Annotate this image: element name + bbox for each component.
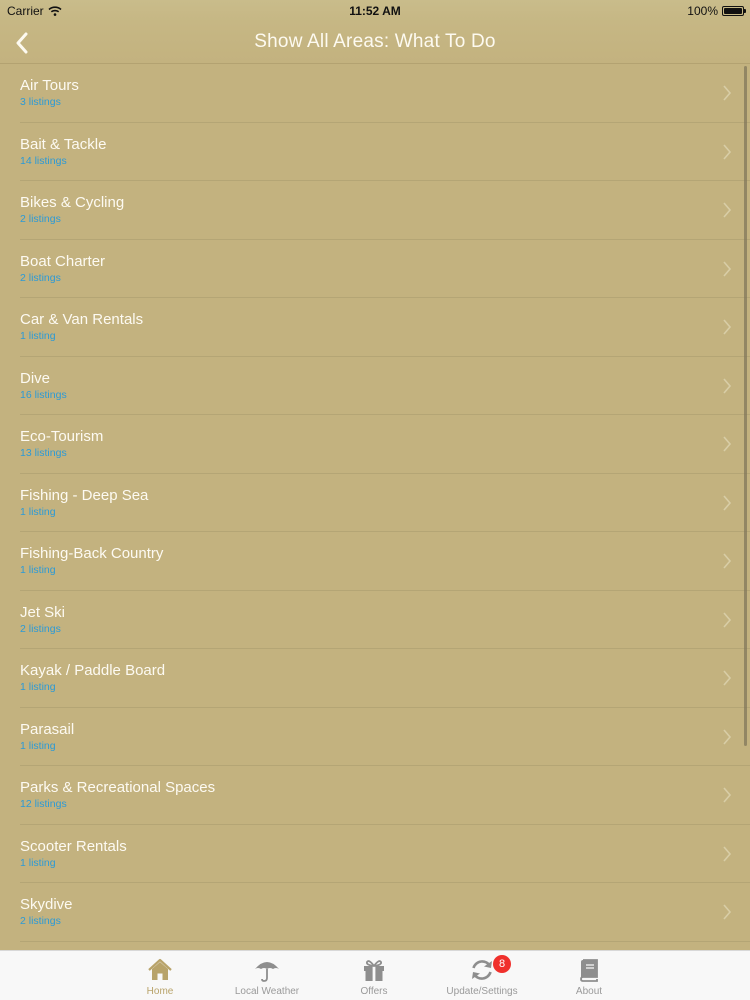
category-name: Eco-Tourism bbox=[20, 428, 104, 445]
listing-count: 1 listing bbox=[20, 505, 56, 518]
listing-count: 12 listings bbox=[20, 798, 67, 810]
tab-label: Home bbox=[146, 986, 174, 997]
list-item[interactable]: Fishing-Back Country 1 listing bbox=[0, 532, 750, 591]
chevron-right-icon bbox=[723, 611, 732, 628]
list-item[interactable]: Bait & Tackle 14 listings bbox=[0, 123, 750, 182]
category-name: Car & Van Rentals bbox=[20, 311, 144, 328]
category-name: Skydive bbox=[20, 896, 73, 913]
tab-about[interactable]: About bbox=[534, 951, 644, 1000]
refresh-icon bbox=[472, 960, 492, 980]
category-name: Scooter Rentals bbox=[20, 837, 127, 855]
listing-count: 2 listings bbox=[20, 622, 61, 635]
tab-local-weather[interactable]: Local Weather bbox=[212, 951, 322, 1000]
listing-count: 3 listings bbox=[20, 96, 61, 108]
list-item[interactable]: Parasail 1 listing bbox=[0, 708, 750, 767]
list-item[interactable]: Jet Ski 2 listings bbox=[0, 591, 750, 650]
scrollbar[interactable] bbox=[744, 66, 747, 746]
listing-count: 16 listings bbox=[20, 388, 67, 401]
category-list: Air Tours 3 listings Bait & Tackle 14 li… bbox=[0, 64, 750, 950]
chevron-right-icon bbox=[723, 553, 732, 569]
category-name: Boat Charter bbox=[20, 252, 106, 270]
list-item[interactable]: Dive 16 listings bbox=[0, 357, 750, 416]
chevron-right-icon bbox=[723, 319, 732, 335]
status-bar: Carrier 11:52 AM 100% bbox=[0, 0, 750, 22]
tab-label: Offers bbox=[360, 986, 388, 997]
umbrella-icon bbox=[255, 962, 279, 982]
list-item[interactable]: Bikes & Cycling 2 listings bbox=[0, 181, 750, 240]
tab-offers[interactable]: Offers bbox=[319, 951, 429, 1000]
tab-bar: Home Local Weather Offers 8 Update/Setti… bbox=[0, 950, 750, 1000]
category-name: Jet Ski bbox=[20, 603, 66, 621]
category-name: Fishing-Back Country bbox=[20, 545, 164, 562]
listing-count: 2 listings bbox=[20, 213, 61, 225]
chevron-right-icon bbox=[723, 494, 732, 511]
tab-label: Local Weather bbox=[234, 986, 300, 997]
home-icon bbox=[148, 958, 172, 980]
chevron-right-icon bbox=[723, 202, 732, 218]
clock: 11:52 AM bbox=[349, 4, 401, 18]
listing-count: 14 listings bbox=[20, 154, 67, 167]
listing-count: 2 listings bbox=[20, 915, 61, 927]
list-item[interactable]: Boat Charter 2 listings bbox=[0, 240, 750, 299]
category-name: Fishing - Deep Sea bbox=[20, 486, 149, 504]
chevron-right-icon bbox=[723, 143, 732, 160]
listing-count: 13 listings bbox=[20, 447, 67, 459]
category-name: Parasail bbox=[20, 720, 75, 738]
listing-count: 1 listing bbox=[20, 564, 56, 576]
listing-count: 1 listing bbox=[20, 681, 56, 693]
category-name: Air Tours bbox=[20, 77, 79, 94]
category-name: Kayak / Paddle Board bbox=[20, 662, 166, 679]
list-item[interactable]: Air Tours 3 listings bbox=[0, 64, 750, 123]
listing-count: 2 listings bbox=[20, 271, 61, 284]
listing-count: 1 listing bbox=[20, 330, 56, 342]
chevron-right-icon bbox=[723, 377, 732, 394]
page-title: Show All Areas: What To Do bbox=[254, 31, 496, 52]
screen: Carrier 11:52 AM 100% Show All Areas: Wh… bbox=[0, 0, 750, 1000]
chevron-right-icon bbox=[723, 260, 732, 277]
tab-home[interactable]: Home bbox=[105, 951, 215, 1000]
category-name: Bait & Tackle bbox=[20, 135, 107, 153]
list-item[interactable]: Car & Van Rentals 1 listing bbox=[0, 298, 750, 357]
notification-badge: 8 bbox=[493, 955, 511, 973]
tab-update-settings[interactable]: 8 Update/Settings bbox=[427, 951, 537, 1000]
book-icon bbox=[580, 959, 598, 982]
tab-label: Update/Settings bbox=[446, 986, 518, 997]
navigation-bar: Show All Areas: What To Do bbox=[0, 22, 750, 64]
category-name: Parks & Recreational Spaces bbox=[20, 779, 216, 796]
battery-percent: 100% bbox=[687, 4, 718, 18]
list-item[interactable]: Parks & Recreational Spaces 12 listings bbox=[0, 766, 750, 825]
chevron-right-icon bbox=[723, 904, 732, 920]
tab-label: About bbox=[575, 986, 603, 997]
list-item[interactable]: Scooter Rentals 1 listing bbox=[0, 825, 750, 884]
chevron-right-icon bbox=[723, 845, 732, 862]
battery-group: 100% bbox=[687, 4, 746, 18]
list-item[interactable]: Kayak / Paddle Board 1 listing bbox=[0, 649, 750, 708]
chevron-right-icon bbox=[723, 436, 732, 452]
listing-count: 1 listing bbox=[20, 856, 56, 869]
list-item[interactable]: Eco-Tourism 13 listings bbox=[0, 415, 750, 474]
chevron-right-icon bbox=[723, 85, 732, 101]
category-name: Dive bbox=[20, 369, 51, 387]
battery-icon bbox=[722, 6, 746, 16]
list-item[interactable]: Skydive 2 listings bbox=[0, 883, 750, 942]
chevron-right-icon bbox=[723, 787, 732, 803]
chevron-right-icon bbox=[723, 670, 732, 686]
listing-count: 1 listing bbox=[20, 739, 56, 752]
chevron-right-icon bbox=[723, 728, 732, 745]
gift-icon bbox=[364, 960, 384, 981]
list-item[interactable]: Fishing - Deep Sea 1 listing bbox=[0, 474, 750, 533]
category-name: Bikes & Cycling bbox=[20, 194, 125, 211]
